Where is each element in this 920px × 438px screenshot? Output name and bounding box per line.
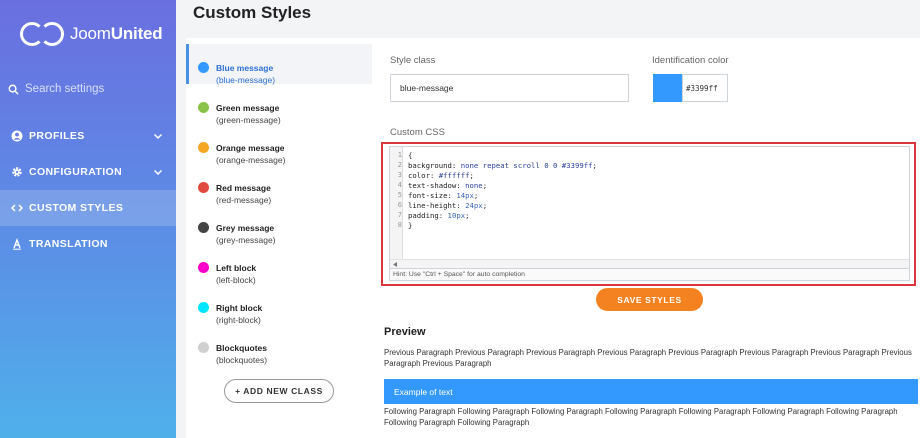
search-settings[interactable]: Search settings — [8, 83, 104, 95]
search-input[interactable]: Search settings — [25, 83, 104, 95]
style-class-label: Style class — [390, 55, 436, 66]
gear-icon — [12, 167, 22, 177]
line-number: 3 — [397, 171, 402, 179]
class-item-red-message[interactable]: Red message (red-message) — [186, 164, 372, 205]
color-dot — [198, 102, 209, 113]
color-swatch[interactable] — [653, 74, 682, 102]
class-name: Blockquotes — [216, 343, 268, 353]
class-name: Red message — [216, 183, 271, 193]
preview-title: Preview — [384, 326, 426, 338]
class-item-right-block[interactable]: Right block (right-block) — [186, 284, 372, 325]
code-line: { — [408, 151, 413, 160]
identification-color-input[interactable]: #3399ff — [682, 74, 728, 102]
sidebar-item-configuration[interactable]: CONFIGURATION — [0, 154, 176, 190]
add-new-class-button[interactable]: + ADD NEW CLASS — [224, 379, 334, 403]
class-item-grey-message[interactable]: Grey message (grey-message) — [186, 204, 372, 245]
code-line: } — [408, 221, 413, 230]
color-dot — [198, 262, 209, 273]
style-editor: Style class blue-message Identification … — [372, 38, 920, 438]
code-line: padding: 10px; — [408, 211, 470, 220]
color-dot — [198, 302, 209, 313]
sidebar-item-custom-styles[interactable]: CUSTOM STYLES — [0, 190, 176, 226]
class-name: Grey message — [216, 223, 275, 233]
sidebar-item-label: CONFIGURATION — [29, 166, 123, 178]
chevron-down-icon — [153, 133, 163, 140]
sidebar-item-translation[interactable]: TRANSLATION — [0, 226, 176, 262]
color-dot — [198, 62, 209, 73]
editor-hint: Hint: Use "Ctrl + Space" for auto comple… — [389, 269, 910, 281]
line-number: 6 — [397, 201, 402, 209]
style-class-input[interactable]: blue-message — [390, 74, 629, 102]
sidebar-item-profiles[interactable]: PROFILES — [0, 118, 176, 154]
translate-icon — [13, 238, 21, 250]
joomunited-logo-icon — [20, 20, 66, 48]
line-number: 7 — [397, 211, 402, 219]
code-line: text-shadow: none; — [408, 181, 488, 190]
class-item-blockquotes[interactable]: Blockquotes (blockquotes) — [186, 324, 372, 365]
code-line: color: #ffffff; — [408, 171, 474, 180]
sidebar-item-label: CUSTOM STYLES — [29, 202, 124, 214]
custom-css-label: Custom CSS — [390, 127, 445, 138]
code-icon — [11, 204, 23, 212]
line-number: 4 — [397, 181, 402, 189]
line-number: 1 — [397, 151, 402, 159]
brand-name: JoomUnited — [70, 24, 163, 43]
chevron-down-icon — [153, 169, 163, 176]
class-item-orange-message[interactable]: Orange message (orange-message) — [186, 124, 372, 165]
sidebar: JoomUnited Search settings PROFILES CONF… — [0, 0, 176, 438]
search-icon — [8, 84, 19, 95]
scroll-left-icon[interactable] — [393, 262, 398, 267]
class-name: Left block — [216, 263, 257, 273]
class-name: Right block — [216, 303, 263, 313]
class-item-blue-message[interactable]: Blue message (blue-message) — [186, 44, 372, 85]
save-styles-button[interactable]: SAVE STYLES — [596, 288, 703, 311]
class-name: Orange message — [216, 143, 285, 153]
class-slug: (blockquotes) — [216, 355, 268, 365]
line-number: 8 — [397, 221, 402, 229]
code-line: background: none repeat scroll 0 0 #3399… — [408, 161, 597, 170]
line-number: 2 — [397, 161, 402, 169]
preview-previous-paragraph: Previous Paragraph Previous Paragraph Pr… — [384, 348, 912, 368]
code-line: font-size: 14px; — [408, 191, 479, 200]
class-item-left-block[interactable]: Left block (left-block) — [186, 244, 372, 285]
preview-example-text: Example of text — [384, 379, 918, 404]
page-title: Custom Styles — [193, 3, 312, 22]
color-dot — [198, 182, 209, 193]
code-line: line-height: 24px; — [408, 201, 488, 210]
class-name: Green message — [216, 103, 280, 113]
class-item-green-message[interactable]: Green message (green-message) — [186, 84, 372, 125]
sidebar-item-label: PROFILES — [29, 130, 85, 142]
line-number: 5 — [397, 191, 402, 199]
sidebar-item-label: TRANSLATION — [29, 238, 108, 250]
user-circle-icon — [11, 130, 23, 142]
color-dot — [198, 142, 209, 153]
css-code-editor[interactable]: 1 2 3 4 5 6 7 8 { background: none repea… — [389, 146, 910, 269]
class-name: Blue message — [216, 63, 274, 73]
identification-color-label: Identification color — [652, 55, 729, 66]
class-list: Blue message (blue-message) Green messag… — [186, 38, 372, 438]
color-dot — [198, 342, 209, 353]
horizontal-scrollbar[interactable] — [390, 259, 909, 268]
color-dot — [198, 222, 209, 233]
brand-logo[interactable]: JoomUnited — [20, 20, 163, 48]
preview-following-paragraph: Following Paragraph Following Paragraph … — [384, 407, 898, 427]
